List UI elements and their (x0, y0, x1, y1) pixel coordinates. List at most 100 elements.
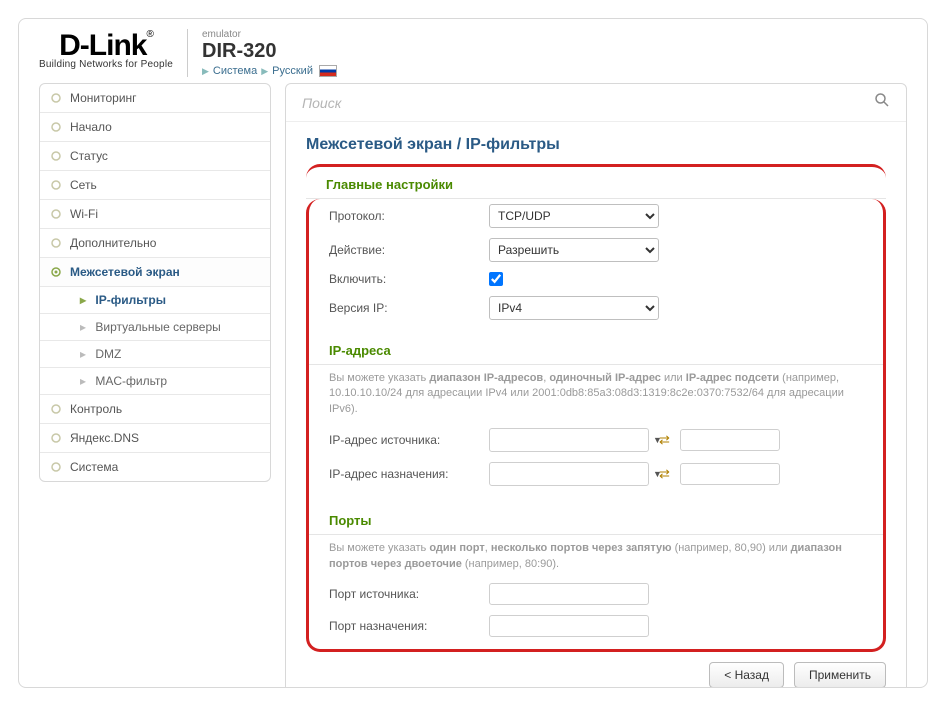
label-port-dst: Порт назначения: (329, 619, 489, 633)
sidebar-item-firewall[interactable]: Межсетевой экран (40, 258, 270, 287)
flag-russia-icon[interactable] (319, 65, 337, 77)
bullet-icon (50, 179, 62, 191)
sidebar: Мониторинг Начало Статус Сеть (39, 83, 271, 482)
row-port-dst: Порт назначения: (309, 610, 883, 649)
bullet-expanded-icon (50, 266, 62, 278)
bullet-icon (50, 150, 62, 162)
chevron-right-icon: ▸ (80, 320, 86, 334)
sidebar-item-status[interactable]: Статус (40, 142, 270, 171)
bullet-icon (50, 432, 62, 444)
row-ip-dst: IP-адрес назначения: ▼ ⇄ (309, 457, 883, 491)
main-panel: Межсетевой экран / IP-фильтры Главные на… (285, 83, 907, 688)
header: D-Link® Building Networks for People emu… (19, 19, 927, 83)
input-ip-dst[interactable] (490, 465, 653, 483)
sidebar-item-label: Яндекс.DNS (70, 431, 139, 445)
sidebar-sub-label: DMZ (95, 347, 121, 361)
breadcrumb-language[interactable]: Русский (272, 65, 313, 77)
sidebar-item-label: Контроль (70, 402, 122, 416)
input-ip-dst-to[interactable] (680, 463, 780, 485)
highlight-box: Протокол: TCP/UDP Действие: Разрешить (306, 199, 886, 652)
chevron-down-icon[interactable]: ▼ (653, 469, 662, 479)
breadcrumb: ▶ Система ▶ Русский (202, 65, 337, 77)
breadcrumb-system[interactable]: Система (213, 65, 257, 77)
bullet-icon (50, 121, 62, 133)
label-enable: Включить: (329, 272, 489, 286)
select-protocol[interactable]: TCP/UDP (489, 204, 659, 228)
select-action[interactable]: Разрешить (489, 238, 659, 262)
combo-ip-dst[interactable]: ▼ (489, 462, 649, 486)
row-ipversion: Версия IP: IPv4 (309, 291, 883, 325)
bullet-icon (50, 92, 62, 104)
select-ipversion[interactable]: IPv4 (489, 296, 659, 320)
section-header-main: Главные настройки (306, 164, 886, 199)
sidebar-sub-virtual-servers[interactable]: ▸ Виртуальные серверы (40, 314, 270, 341)
sidebar-sub-dmz[interactable]: ▸ DMZ (40, 341, 270, 368)
input-ip-src-to[interactable] (680, 429, 780, 451)
sidebar-item-label: Wi-Fi (70, 207, 98, 221)
sidebar-item-label: Межсетевой экран (70, 265, 180, 279)
sidebar-item-wifi[interactable]: Wi-Fi (40, 200, 270, 229)
label-ipversion: Версия IP: (329, 301, 489, 315)
sidebar-item-label: Начало (70, 120, 112, 134)
sidebar-item-network[interactable]: Сеть (40, 171, 270, 200)
chevron-right-icon: ▸ (80, 347, 86, 361)
sidebar-sub-macfilter[interactable]: ▸ MAC-фильтр (40, 368, 270, 395)
chevron-right-icon: ▸ (80, 374, 86, 388)
search-input[interactable] (302, 95, 874, 111)
sidebar-item-label: Статус (70, 149, 108, 163)
row-protocol: Протокол: TCP/UDP (309, 199, 883, 233)
sidebar-item-label: Мониторинг (70, 91, 137, 105)
combo-ip-src[interactable]: ▼ (489, 428, 649, 452)
label-ip-dst: IP-адрес назначения: (329, 467, 489, 481)
brand-name: D-Link® (59, 29, 153, 63)
section-header-ip: IP-адреса (309, 333, 883, 365)
hint-ports: Вы можете указать один порт, несколько п… (309, 541, 883, 578)
chevron-right-icon: ▶ (261, 66, 268, 77)
sidebar-item-advanced[interactable]: Дополнительно (40, 229, 270, 258)
label-protocol: Протокол: (329, 209, 489, 223)
sidebar-item-label: Сеть (70, 178, 97, 192)
emulator-label: emulator (202, 29, 337, 40)
sidebar-sub-label: IP-фильтры (95, 293, 166, 307)
search-row (286, 84, 906, 122)
row-ip-src: IP-адрес источника: ▼ ⇄ (309, 423, 883, 457)
sidebar-item-label: Дополнительно (70, 236, 156, 250)
sidebar-item-control[interactable]: Контроль (40, 395, 270, 424)
sidebar-item-monitoring[interactable]: Мониторинг (40, 84, 270, 113)
input-ip-src[interactable] (490, 431, 653, 449)
brand-logo: D-Link® Building Networks for People (39, 29, 173, 70)
page-title: Межсетевой экран / IP-фильтры (286, 122, 906, 164)
label-ip-src: IP-адрес источника: (329, 433, 489, 447)
sidebar-item-label: Система (70, 460, 118, 474)
label-port-src: Порт источника: (329, 587, 489, 601)
sidebar-item-start[interactable]: Начало (40, 113, 270, 142)
label-action: Действие: (329, 243, 489, 257)
footer-buttons: < Назад Применить (286, 652, 906, 688)
section-header-ports: Порты (309, 503, 883, 535)
apply-button[interactable]: Применить (794, 662, 886, 688)
chevron-down-icon[interactable]: ▼ (653, 435, 662, 445)
brand-tagline: Building Networks for People (39, 59, 173, 70)
sidebar-sub-label: Виртуальные серверы (95, 320, 220, 334)
chevron-right-icon: ▶ (202, 66, 209, 77)
bullet-icon (50, 237, 62, 249)
chevron-right-icon: ▸ (80, 293, 86, 307)
bullet-icon (50, 208, 62, 220)
row-action: Действие: Разрешить (309, 233, 883, 267)
sidebar-sub-label: MAC-фильтр (95, 374, 167, 388)
bullet-icon (50, 403, 62, 415)
hint-ip: Вы можете указать диапазон IP-адресов, о… (309, 371, 883, 423)
sidebar-item-yandexdns[interactable]: Яндекс.DNS (40, 424, 270, 453)
device-model: DIR-320 (202, 40, 337, 63)
sidebar-sub-ipfilters[interactable]: ▸ IP-фильтры (40, 287, 270, 314)
bullet-icon (50, 461, 62, 473)
sidebar-item-system[interactable]: Система (40, 453, 270, 481)
checkbox-enable[interactable] (489, 272, 503, 286)
back-button[interactable]: < Назад (709, 662, 784, 688)
header-main: emulator DIR-320 ▶ Система ▶ Русский (187, 29, 337, 77)
search-icon[interactable] (874, 92, 890, 113)
input-port-dst[interactable] (489, 615, 649, 637)
row-enable: Включить: (309, 267, 883, 291)
row-port-src: Порт источника: (309, 578, 883, 610)
input-port-src[interactable] (489, 583, 649, 605)
